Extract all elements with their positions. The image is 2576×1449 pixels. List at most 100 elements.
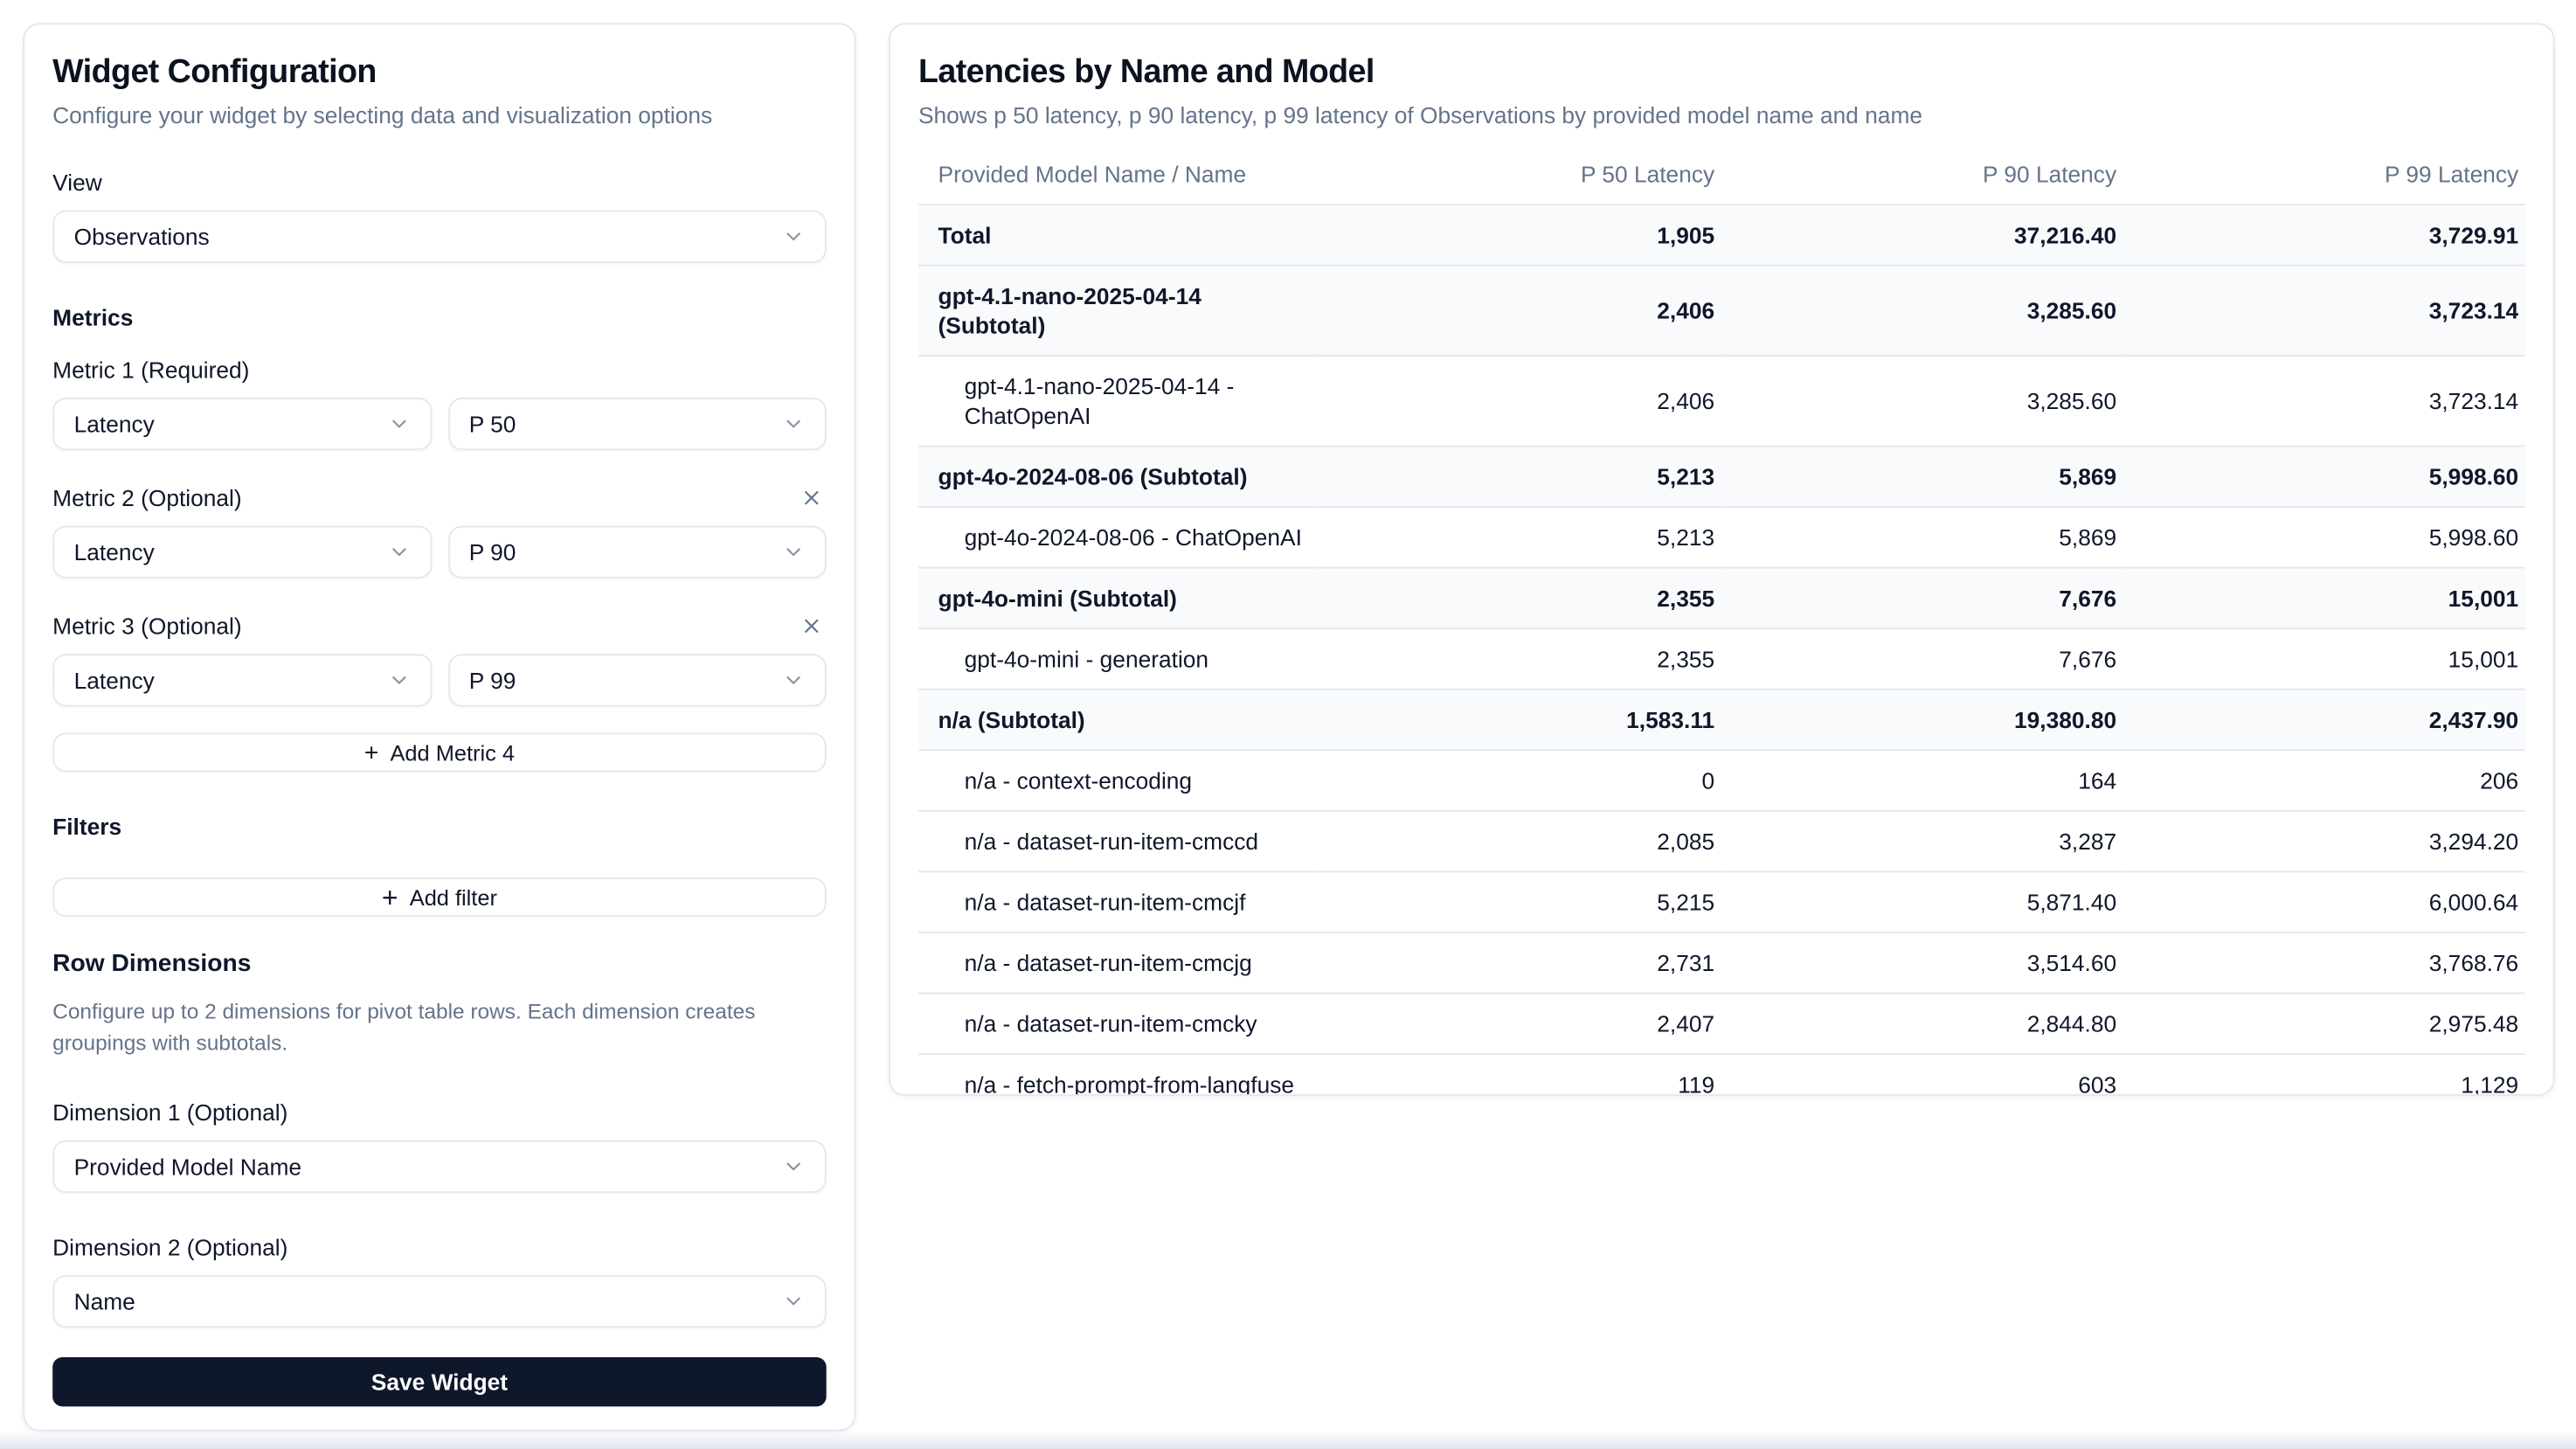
add-metric-label: Add Metric 4	[390, 740, 514, 765]
table-row: n/a - dataset-run-item-cmccd 2,085 3,287…	[918, 811, 2525, 872]
add-filter-label: Add filter	[410, 884, 497, 909]
chevron-down-icon	[782, 413, 805, 435]
metric-3-label: Metric 3 (Optional)	[52, 611, 242, 641]
metric-3-measure-select[interactable]: Latency	[52, 654, 431, 706]
preview-title: Latencies by Name and Model	[918, 52, 2525, 92]
row-p50-cell: 2,406	[1319, 266, 1721, 356]
row-p50-cell: 5,213	[1319, 507, 1721, 568]
row-p90-cell: 7,676	[1721, 628, 2123, 690]
row-name-cell: n/a - dataset-run-item-cmccd	[918, 811, 1319, 872]
metric-2-aggregation-select[interactable]: P 90	[447, 526, 826, 579]
row-dimensions-title: Row Dimensions	[52, 950, 827, 980]
view-label: View	[52, 168, 827, 198]
row-p99-cell: 6,000.64	[2123, 871, 2525, 932]
row-p90-cell: 37,216.40	[1721, 205, 2123, 266]
view-select[interactable]: Observations	[52, 211, 827, 263]
column-header-name: Provided Model Name / Name	[918, 151, 1319, 205]
row-p50-cell: 2,355	[1319, 628, 1721, 690]
table-row: n/a - dataset-run-item-cmcjg 2,731 3,514…	[918, 932, 2525, 994]
table-row: gpt-4o-mini (Subtotal) 2,355 7,676 15,00…	[918, 568, 2525, 629]
row-p50-cell: 2,731	[1319, 932, 1721, 994]
table-row: Total 1,905 37,216.40 3,729.91	[918, 205, 2525, 266]
row-name-cell: gpt-4.1-nano-2025-04-14 - ChatOpenAI	[918, 356, 1319, 446]
row-p90-cell: 164	[1721, 750, 2123, 811]
table-row: gpt-4o-2024-08-06 (Subtotal) 5,213 5,869…	[918, 446, 2525, 507]
metric-2-aggregation-value: P 90	[469, 539, 516, 565]
metric-3-measure-value: Latency	[74, 667, 155, 693]
row-p90-cell: 5,869	[1721, 507, 2123, 568]
table-row: gpt-4.1-nano-2025-04-14 - ChatOpenAI 2,4…	[918, 356, 2525, 446]
dimension-1-value: Provided Model Name	[74, 1154, 301, 1180]
plus-icon: +	[382, 884, 398, 912]
remove-metric-2-button[interactable]	[797, 483, 827, 513]
metric-1-measure-select[interactable]: Latency	[52, 398, 431, 450]
row-p99-cell: 5,998.60	[2123, 446, 2525, 507]
metric-1-label: Metric 1 (Required)	[52, 355, 827, 385]
row-p99-cell: 3,723.14	[2123, 266, 2525, 356]
filters-section-label: Filters	[52, 812, 827, 842]
row-name-cell: Total	[918, 205, 1319, 266]
remove-metric-3-button[interactable]	[797, 611, 827, 641]
chevron-down-icon	[387, 541, 410, 564]
row-p99-cell: 3,294.20	[2123, 811, 2525, 872]
table-row: gpt-4.1-nano-2025-04-14 (Subtotal) 2,406…	[918, 266, 2525, 356]
row-p50-cell: 1,583.11	[1319, 690, 1721, 751]
chevron-down-icon	[782, 1155, 805, 1178]
column-header-p90: P 90 Latency	[1721, 151, 2123, 205]
chevron-down-icon	[387, 413, 410, 435]
row-name-cell: gpt-4.1-nano-2025-04-14 (Subtotal)	[918, 266, 1319, 356]
row-p99-cell: 15,001	[2123, 628, 2525, 690]
add-filter-button[interactable]: + Add filter	[52, 877, 827, 917]
widget-configuration-panel: Widget Configuration Configure your widg…	[23, 23, 855, 1431]
row-p99-cell: 15,001	[2123, 568, 2525, 629]
chevron-down-icon	[782, 541, 805, 564]
metric-3-row: Latency P 99	[52, 654, 827, 706]
row-name-cell: gpt-4o-mini (Subtotal)	[918, 568, 1319, 629]
row-p50-cell: 5,213	[1319, 446, 1721, 507]
row-p99-cell: 5,998.60	[2123, 507, 2525, 568]
chevron-down-icon	[782, 1290, 805, 1313]
dimension-2-label: Dimension 2 (Optional)	[52, 1232, 827, 1262]
metric-3-aggregation-value: P 99	[469, 667, 516, 693]
metric-1-row: Latency P 50	[52, 398, 827, 450]
latency-table: Provided Model Name / Name P 50 Latency …	[918, 151, 2525, 1096]
config-panel-title: Widget Configuration	[52, 52, 827, 92]
chevron-down-icon	[782, 669, 805, 691]
metric-3-aggregation-select[interactable]: P 99	[447, 654, 826, 706]
column-header-p99: P 99 Latency	[2123, 151, 2525, 205]
row-p90-cell: 603	[1721, 1054, 2123, 1096]
row-p50-cell: 1,905	[1319, 205, 1721, 266]
table-row: n/a - dataset-run-item-cmcjf 5,215 5,871…	[918, 871, 2525, 932]
metric-2-measure-select[interactable]: Latency	[52, 526, 431, 579]
dimension-1-select[interactable]: Provided Model Name	[52, 1140, 827, 1193]
config-panel-subtitle: Configure your widget by selecting data …	[52, 99, 827, 132]
table-row: n/a - dataset-run-item-cmcky 2,407 2,844…	[918, 994, 2525, 1055]
row-name-cell: n/a (Subtotal)	[918, 690, 1319, 751]
metric-1-aggregation-select[interactable]: P 50	[447, 398, 826, 450]
dimension-1-label: Dimension 1 (Optional)	[52, 1098, 827, 1127]
save-widget-button[interactable]: Save Widget	[52, 1357, 827, 1406]
row-name-cell: gpt-4o-mini - generation	[918, 628, 1319, 690]
metric-1-measure-value: Latency	[74, 411, 155, 437]
row-p99-cell: 3,768.76	[2123, 932, 2525, 994]
row-name-cell: gpt-4o-2024-08-06 - ChatOpenAI	[918, 507, 1319, 568]
add-metric-button[interactable]: + Add Metric 4	[52, 733, 827, 773]
metric-2-header: Metric 2 (Optional)	[52, 483, 827, 513]
row-p90-cell: 3,285.60	[1721, 266, 2123, 356]
page: Widget Configuration Configure your widg…	[0, 0, 2576, 1449]
latency-table-body: Total 1,905 37,216.40 3,729.91 gpt-4.1-n…	[918, 205, 2525, 1096]
dimension-2-select[interactable]: Name	[52, 1275, 827, 1328]
chevron-down-icon	[387, 669, 410, 691]
plus-icon: +	[364, 740, 378, 765]
row-p90-cell: 2,844.80	[1721, 994, 2123, 1055]
row-p50-cell: 0	[1319, 750, 1721, 811]
row-p90-cell: 3,285.60	[1721, 356, 2123, 446]
row-p99-cell: 3,723.14	[2123, 356, 2525, 446]
row-p99-cell: 206	[2123, 750, 2525, 811]
table-row: gpt-4o-2024-08-06 - ChatOpenAI 5,213 5,8…	[918, 507, 2525, 568]
row-dimensions-description: Configure up to 2 dimensions for pivot t…	[52, 995, 827, 1057]
close-icon	[800, 614, 823, 637]
metric-2-label: Metric 2 (Optional)	[52, 483, 242, 513]
row-p90-cell: 5,871.40	[1721, 871, 2123, 932]
row-p50-cell: 119	[1319, 1054, 1721, 1096]
